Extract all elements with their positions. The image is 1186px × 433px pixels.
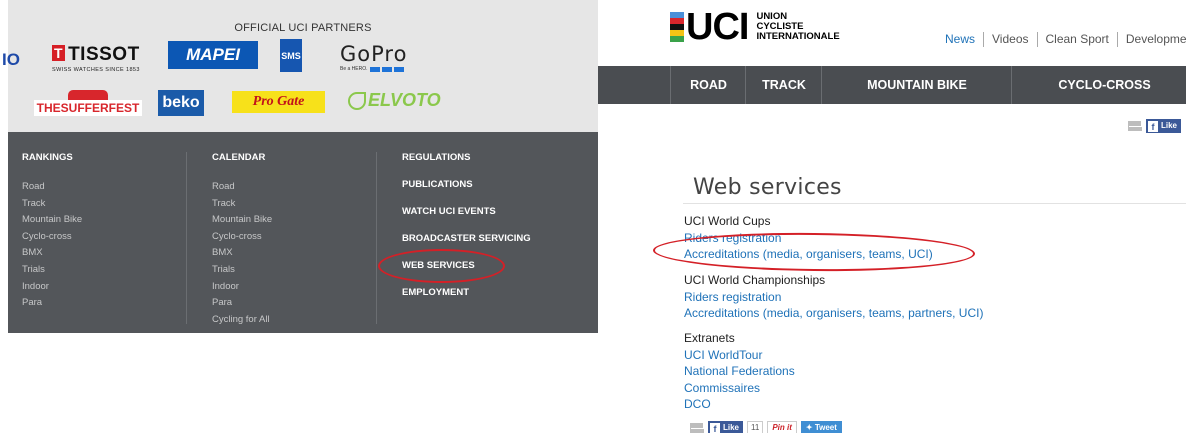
- footer-link[interactable]: Indoor: [22, 279, 82, 296]
- facebook-like-button[interactable]: f Like: [1146, 119, 1182, 133]
- footer-link-publications[interactable]: PUBLICATIONS: [402, 179, 531, 190]
- partner-logo-progate[interactable]: Pro Gate: [232, 91, 325, 113]
- footer-heading-rankings[interactable]: RANKINGS: [22, 152, 82, 163]
- facebook-icon: f: [1148, 120, 1158, 132]
- partners-strip: OFFICIAL UCI PARTNERS IO T TISSOT SWISS W…: [2, 0, 598, 132]
- main-nav-track[interactable]: TRACK: [745, 66, 822, 104]
- footer-link[interactable]: Indoor: [212, 279, 272, 296]
- section-world-championships: UCI World Championships Riders registrat…: [684, 272, 983, 322]
- footer-link[interactable]: Para: [212, 295, 272, 312]
- facebook-like-button[interactable]: f Like: [708, 421, 744, 433]
- email-icon[interactable]: [690, 423, 704, 433]
- top-nav-clean-sport[interactable]: Clean Sport: [1036, 32, 1117, 47]
- top-nav-development[interactable]: Developme: [1116, 32, 1186, 47]
- footer-divider: [186, 152, 187, 324]
- section-heading: UCI World Cups: [684, 214, 771, 228]
- uci-logo[interactable]: UCI UNION CYCLISTE INTERNATIONALE: [670, 6, 840, 48]
- footer-link[interactable]: Cyclo-cross: [22, 229, 82, 246]
- twitter-icon: ✦: [805, 423, 815, 432]
- section-extranets: Extranets UCI WorldTour National Federat…: [684, 330, 795, 413]
- footer-heading-calendar[interactable]: CALENDAR: [212, 152, 272, 163]
- partner-logo-sms[interactable]: SMS: [280, 39, 302, 72]
- partner-logo-sufferfest[interactable]: THESUFFERFEST: [32, 85, 144, 121]
- pinterest-button[interactable]: Pin it: [767, 421, 797, 433]
- sufferfest-emblem-icon: [68, 90, 108, 100]
- footer-link[interactable]: Road: [212, 179, 272, 196]
- site-footer: RANKINGS Road Track Mountain Bike Cyclo-…: [8, 132, 598, 333]
- title-divider: [683, 203, 1186, 204]
- link-national-federations[interactable]: National Federations: [684, 363, 795, 380]
- footer-calendar-column: CALENDAR Road Track Mountain Bike Cyclo-…: [212, 152, 272, 328]
- left-screenshot-panel: OFFICIAL UCI PARTNERS IO T TISSOT SWISS W…: [0, 0, 598, 333]
- highlight-ellipse: [378, 249, 505, 283]
- right-screenshot-panel: UCI UNION CYCLISTE INTERNATIONALE News V…: [598, 0, 1186, 433]
- footer-link[interactable]: Trials: [212, 262, 272, 279]
- link-commissaires[interactable]: Commissaires: [684, 380, 795, 397]
- partners-title: OFFICIAL UCI PARTNERS: [234, 22, 372, 34]
- share-bar-top: f Like: [1128, 119, 1182, 133]
- email-icon[interactable]: [1128, 121, 1142, 131]
- section-heading: Extranets: [684, 331, 735, 345]
- partner-logo-partial[interactable]: IO: [2, 50, 20, 70]
- tweet-button[interactable]: ✦ Tweet: [800, 421, 842, 433]
- uci-wordmark: UCI: [686, 6, 749, 48]
- footer-link-broadcaster-servicing[interactable]: BROADCASTER SERVICING: [402, 233, 531, 244]
- share-bar-bottom: f Like 11 Pin it ✦ Tweet: [690, 421, 842, 433]
- link-accreditations[interactable]: Accreditations (media, organisers, teams…: [684, 305, 983, 322]
- rainbow-stripes-icon: [670, 12, 684, 42]
- footer-link[interactable]: Cyclo-cross: [212, 229, 272, 246]
- top-nav: News Videos Clean Sport Developme: [937, 32, 1186, 47]
- footer-link[interactable]: Trials: [22, 262, 82, 279]
- footer-link[interactable]: BMX: [22, 245, 82, 262]
- link-dco[interactable]: DCO: [684, 396, 795, 413]
- main-nav: ROAD TRACK MOUNTAIN BIKE CYCLO-CROSS: [598, 66, 1186, 104]
- footer-link[interactable]: Mountain Bike: [22, 212, 82, 229]
- link-riders-registration[interactable]: Riders registration: [684, 289, 983, 306]
- partner-logo-tissot[interactable]: T TISSOT SWISS WATCHES SINCE 1853: [52, 44, 140, 73]
- footer-link[interactable]: Road: [22, 179, 82, 196]
- main-nav-mountain-bike[interactable]: MOUNTAIN BIKE: [821, 66, 1012, 104]
- like-count: 11: [747, 421, 764, 433]
- partner-logo-mapei[interactable]: MAPEI: [168, 41, 258, 69]
- facebook-icon: f: [710, 422, 720, 433]
- footer-link[interactable]: BMX: [212, 245, 272, 262]
- footer-link-regulations[interactable]: REGULATIONS: [402, 152, 531, 163]
- partner-logo-elvoto[interactable]: ELVOTO: [348, 90, 441, 111]
- leaf-icon: [348, 91, 366, 110]
- footer-link-watch-uci-events[interactable]: WATCH UCI EVENTS: [402, 206, 531, 217]
- page-title: Web services: [693, 174, 842, 200]
- footer-links-column: REGULATIONS PUBLICATIONS WATCH UCI EVENT…: [402, 152, 531, 314]
- main-nav-cyclo-cross[interactable]: CYCLO-CROSS: [1011, 66, 1186, 104]
- footer-link[interactable]: Cycling for All: [212, 312, 272, 329]
- footer-divider: [376, 152, 377, 324]
- footer-link[interactable]: Track: [22, 196, 82, 213]
- main-nav-road[interactable]: ROAD: [670, 66, 746, 104]
- footer-link[interactable]: Para: [22, 295, 82, 312]
- footer-link-employment[interactable]: EMPLOYMENT: [402, 287, 531, 298]
- tissot-cross-icon: T: [52, 45, 66, 61]
- footer-rankings-column: RANKINGS Road Track Mountain Bike Cyclo-…: [22, 152, 82, 312]
- footer-link[interactable]: Mountain Bike: [212, 212, 272, 229]
- partner-logo-gopro[interactable]: GoPro Be a HERO.: [340, 42, 407, 72]
- top-nav-videos[interactable]: Videos: [983, 32, 1036, 47]
- link-uci-worldtour[interactable]: UCI WorldTour: [684, 347, 795, 364]
- footer-link[interactable]: Track: [212, 196, 272, 213]
- uci-full-name: UNION CYCLISTE INTERNATIONALE: [756, 11, 840, 42]
- partner-logo-beko[interactable]: beko: [158, 90, 204, 116]
- section-heading: UCI World Championships: [684, 273, 826, 287]
- top-nav-news[interactable]: News: [937, 32, 983, 47]
